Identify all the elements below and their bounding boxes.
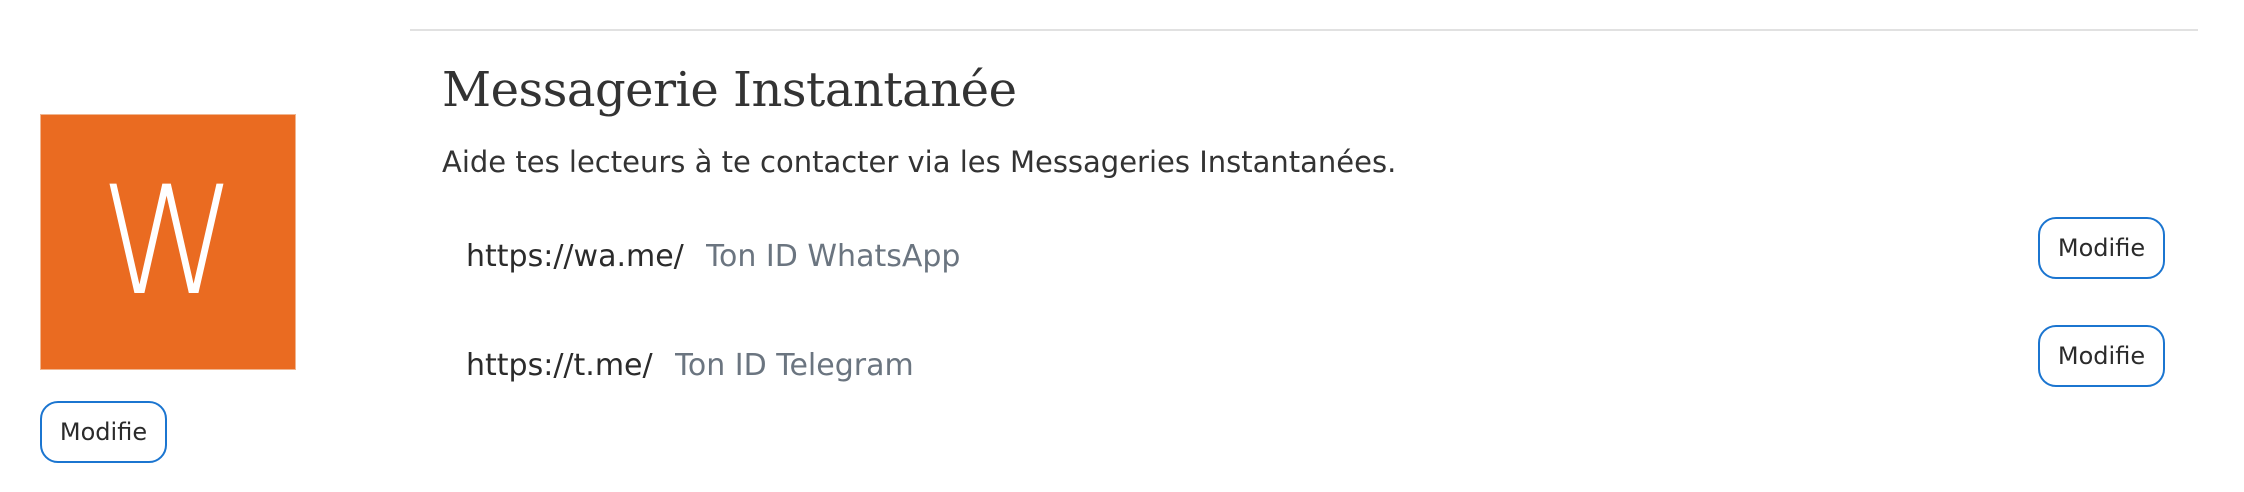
section-description: Aide tes lecteurs à te contacter via les… <box>442 145 1397 179</box>
section-title: Messagerie Instantanée <box>442 62 1017 118</box>
telegram-row: https://t.me/ <box>466 345 1195 385</box>
whatsapp-id-input[interactable] <box>705 238 1226 274</box>
avatar-edit-button[interactable]: Modifie <box>40 401 167 463</box>
whatsapp-row: https://wa.me/ <box>466 236 1226 276</box>
avatar-letter: W <box>99 155 237 329</box>
whatsapp-edit-button[interactable]: Modifie <box>2038 217 2165 279</box>
whatsapp-url-prefix: https://wa.me/ <box>466 238 684 274</box>
section-divider <box>410 29 2198 31</box>
telegram-url-prefix: https://t.me/ <box>466 347 653 383</box>
telegram-edit-button[interactable]: Modifie <box>2038 325 2165 387</box>
telegram-id-input[interactable] <box>674 347 1195 383</box>
avatar: W <box>40 114 296 370</box>
